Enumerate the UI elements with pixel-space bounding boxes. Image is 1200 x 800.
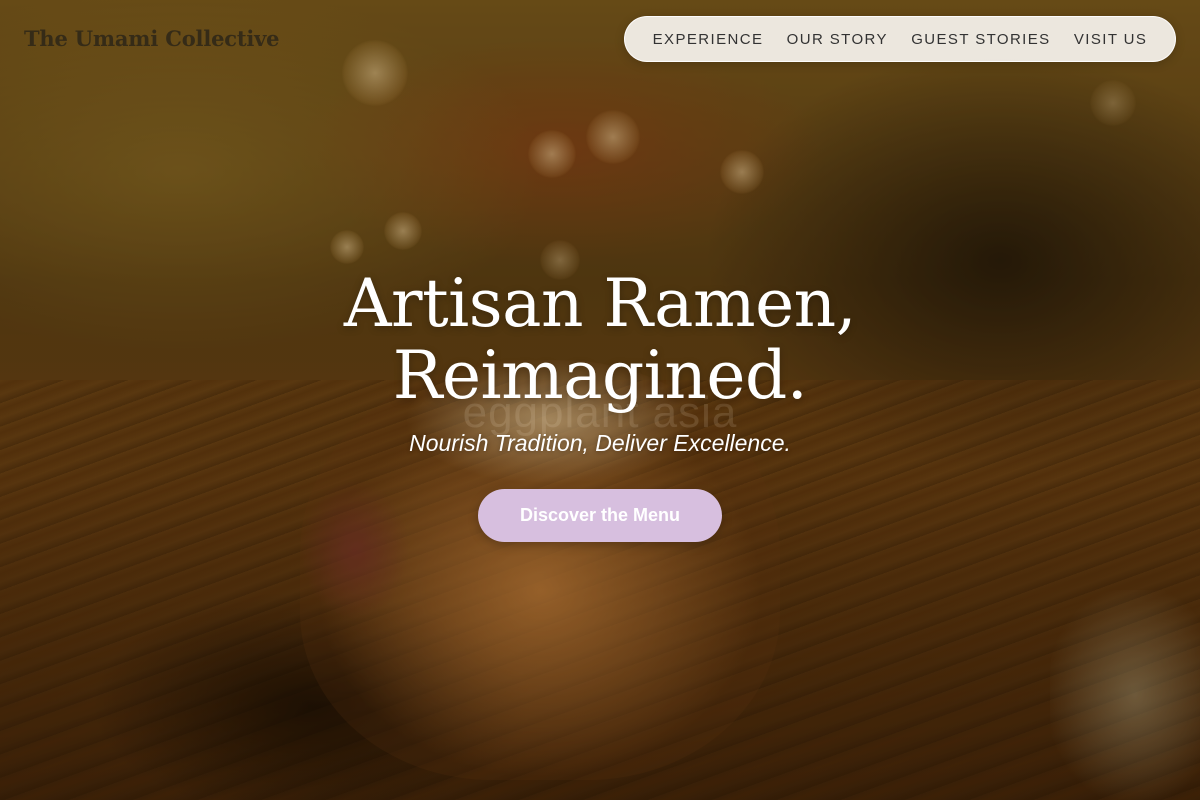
top-navigation: EXPERIENCE OUR STORY GUEST STORIES VISIT… — [624, 16, 1176, 62]
hero-tagline: Nourish Tradition, Deliver Excellence. — [409, 430, 791, 456]
hero-section: Artisan Ramen, Reimagined. Nourish Tradi… — [0, 268, 1200, 457]
hero-headline-line-2: Reimagined. — [392, 337, 808, 414]
discover-menu-button[interactable]: Discover the Menu — [478, 489, 722, 542]
nav-item-visit-us[interactable]: VISIT US — [1074, 31, 1147, 48]
brand-logo-text[interactable]: The Umami Collective — [24, 26, 279, 51]
hero-headline-line-1: Artisan Ramen, — [343, 265, 857, 342]
nav-item-experience[interactable]: EXPERIENCE — [653, 31, 764, 48]
nav-item-guest-stories[interactable]: GUEST STORIES — [911, 31, 1050, 48]
hero-headline: Artisan Ramen, Reimagined. — [0, 268, 1200, 412]
nav-item-our-story[interactable]: OUR STORY — [787, 31, 888, 48]
